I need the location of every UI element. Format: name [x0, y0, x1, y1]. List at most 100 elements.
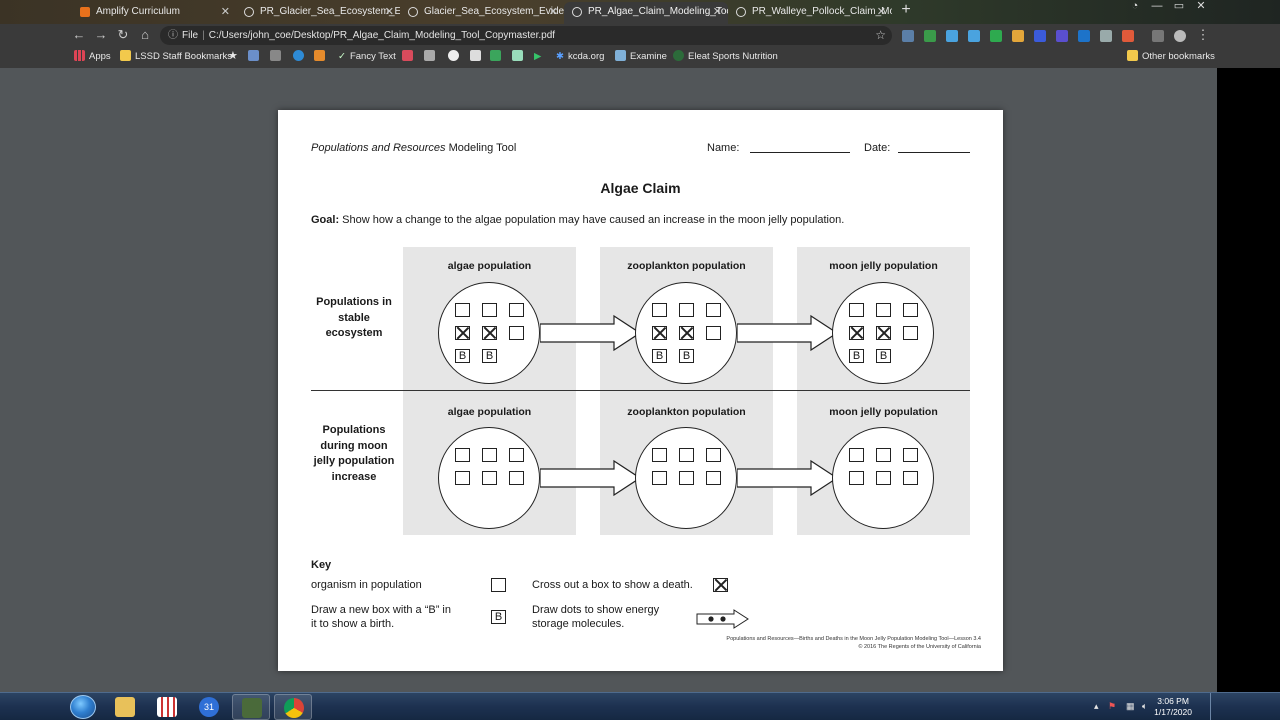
bookmark-label: Examine — [630, 51, 667, 62]
tab-walleye-pollock[interactable]: PR_Walleye_Pollock_Claim_Mode ✕ — [728, 2, 892, 24]
tab-glacier-evidence-pr[interactable]: PR_Glacier_Sea_Ecosystem_Evide ✕ — [236, 2, 400, 24]
organism-box — [849, 303, 864, 317]
new-tab-button[interactable]: + — [898, 1, 914, 19]
taskbar-explorer[interactable] — [106, 694, 144, 720]
bookmark-star-icon[interactable]: ☆ — [875, 26, 886, 45]
taskbar-app[interactable] — [232, 694, 270, 720]
close-icon[interactable]: ✕ — [221, 2, 230, 22]
death-box — [876, 326, 891, 340]
bookmark-site[interactable]: ▶ — [534, 50, 541, 64]
date-field — [898, 152, 970, 153]
organism-box — [509, 448, 524, 462]
bookmark-site[interactable] — [293, 50, 308, 64]
cast-icon[interactable] — [1152, 30, 1164, 42]
tab-title: PR_Glacier_Sea_Ecosystem_Evide — [260, 6, 400, 17]
bookmark-site[interactable] — [490, 50, 505, 64]
organism-box — [706, 471, 721, 485]
organism-box — [509, 326, 524, 340]
taskbar-calendar[interactable]: 31 — [190, 694, 228, 720]
clock[interactable]: 3:06 PM 1/17/2020 — [1154, 696, 1192, 718]
extension-icon[interactable] — [1100, 30, 1112, 42]
tray-arrow-icon[interactable]: ▴ — [1094, 701, 1099, 712]
bookmark-site[interactable] — [314, 50, 329, 64]
bookmark-site[interactable] — [470, 50, 485, 64]
organism-box — [903, 448, 918, 462]
show-desktop-button[interactable] — [1210, 693, 1216, 720]
extension-icon[interactable] — [1122, 30, 1134, 42]
scrollbar[interactable] — [1217, 68, 1280, 692]
bookmark-label: Fancy Text — [349, 51, 396, 62]
close-icon[interactable]: ✕ — [877, 2, 886, 22]
birth-box: B — [876, 349, 891, 363]
goal-description: Show how a change to the algae populatio… — [339, 214, 845, 226]
bookmark-lssd-staff[interactable]: LSSD Staff Bookmarks — [120, 50, 232, 64]
bookmark-site[interactable] — [512, 50, 527, 64]
header-italic: Populations and Resources — [311, 142, 446, 154]
extension-icon[interactable] — [968, 30, 980, 42]
reload-button[interactable]: ↻ — [114, 26, 132, 44]
organism-box — [679, 471, 694, 485]
tab-title: Glacier_Sea_Ecosystem_Evidence — [424, 6, 564, 17]
minimize-button[interactable]: — — [1146, 0, 1168, 12]
population-label-moon-jelly: moon jelly population — [829, 260, 938, 272]
app-icon — [242, 698, 262, 718]
organism-box — [876, 303, 891, 317]
bookmark-examine[interactable]: Examine — [615, 50, 667, 64]
close-icon[interactable]: ✕ — [549, 2, 558, 22]
bookmark-site-icon — [293, 50, 304, 61]
population-label-zooplankton: zooplankton population — [627, 406, 746, 418]
organism-box — [876, 448, 891, 462]
bookmark-kcda[interactable]: ✱ kcda.org — [556, 50, 604, 64]
home-button[interactable]: ⌂ — [136, 26, 154, 44]
footer-copyright: © 2016 The Regents of the University of … — [858, 644, 981, 650]
extension-icon[interactable] — [1034, 30, 1046, 42]
row-label-increase: Populations during moon jelly population… — [313, 424, 395, 483]
bookmark-fancy-text[interactable]: ✓ Fancy Text — [338, 50, 396, 64]
bookmark-site[interactable] — [424, 50, 439, 64]
window-close-button[interactable]: ✕ — [1190, 0, 1212, 12]
close-icon[interactable]: ✕ — [713, 2, 722, 22]
extension-icon[interactable] — [902, 30, 914, 42]
forward-button[interactable]: → — [92, 26, 110, 44]
extension-icon[interactable] — [1078, 30, 1090, 42]
key-death-text: Cross out a box to show a death. — [532, 579, 693, 591]
tab-algae-claim[interactable]: PR_Algae_Claim_Modeling_Tool ✕ — [564, 2, 728, 24]
start-button[interactable] — [70, 695, 96, 719]
bookmark-site[interactable] — [270, 50, 285, 64]
taskbar-apps[interactable] — [148, 694, 186, 720]
key-title: Key — [311, 559, 332, 571]
key-organism-box — [491, 578, 506, 592]
user-icon[interactable]: ◔ — [1124, 0, 1146, 12]
tab-amplify[interactable]: Amplify Curriculum ✕ — [72, 2, 236, 24]
flag-icon[interactable]: ⚑ — [1108, 701, 1116, 712]
taskbar-chrome[interactable] — [274, 694, 312, 720]
bookmark-site[interactable] — [448, 50, 463, 64]
bookmark-apps[interactable]: Apps — [74, 50, 111, 64]
bookmark-site[interactable] — [402, 50, 417, 64]
bookmark-site-icon — [248, 50, 259, 61]
population-label-algae: algae population — [447, 260, 532, 272]
bookmark-site[interactable] — [248, 50, 263, 64]
tab-glacier-evidence[interactable]: Glacier_Sea_Ecosystem_Evidence ✕ — [400, 2, 564, 24]
avatar[interactable] — [1174, 30, 1186, 42]
maximize-button[interactable]: ▭ — [1168, 0, 1190, 12]
menu-icon[interactable]: ⋮ — [1194, 26, 1212, 44]
bookmark-star[interactable]: ★ — [228, 49, 238, 63]
key-organism-text: organism in population — [311, 579, 422, 591]
volume-icon[interactable]: 🔈︎ — [1142, 701, 1147, 712]
address-bar[interactable]: ⓘ File | C:/Users/john_coe/Desktop/PR_Algae… — [160, 26, 892, 45]
back-button[interactable]: ← — [70, 26, 88, 44]
extension-icon[interactable] — [924, 30, 936, 42]
info-icon[interactable]: ⓘ — [168, 30, 178, 41]
arrow-right-icon — [540, 459, 642, 497]
extension-icon[interactable] — [990, 30, 1002, 42]
extension-icon[interactable] — [1012, 30, 1024, 42]
death-box — [455, 326, 470, 340]
other-bookmarks[interactable]: Other bookmarks — [1127, 50, 1215, 64]
extension-icon[interactable] — [1056, 30, 1068, 42]
bookmark-eleat[interactable]: Eleat Sports Nutrition — [673, 50, 778, 64]
close-icon[interactable]: ✕ — [385, 2, 394, 22]
organism-box — [706, 326, 721, 340]
network-icon[interactable]: ▦ — [1126, 701, 1135, 712]
extension-icon[interactable] — [946, 30, 958, 42]
